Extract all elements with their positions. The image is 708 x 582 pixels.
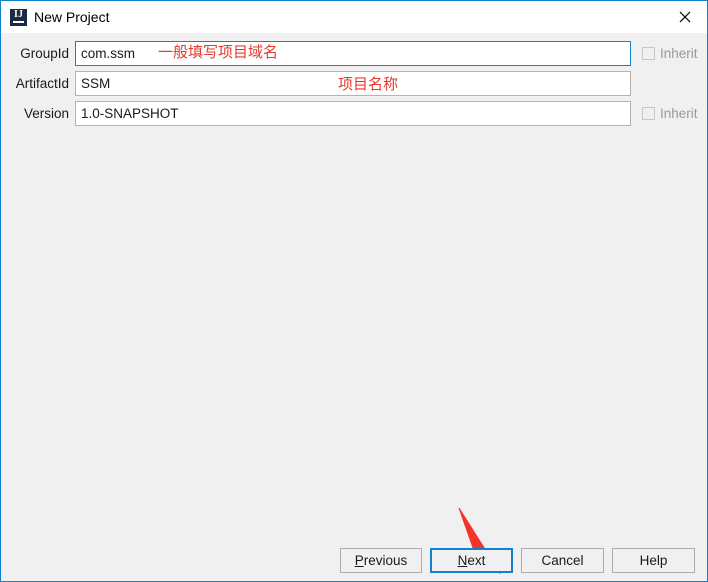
next-button[interactable]: Next	[430, 548, 513, 573]
title-bar: IJ New Project	[1, 1, 707, 33]
dialog-content: GroupId Inherit ArtifactId Version Inher…	[1, 33, 707, 581]
version-input[interactable]	[75, 101, 631, 126]
close-button[interactable]	[663, 1, 707, 32]
groupid-label: GroupId	[20, 46, 69, 61]
version-inherit-label: Inherit	[660, 106, 698, 121]
version-label: Version	[23, 106, 69, 121]
previous-button[interactable]: Previous	[340, 548, 422, 573]
groupid-inherit-label: Inherit	[660, 46, 698, 61]
app-icon-underline	[13, 21, 24, 23]
cancel-button[interactable]: Cancel	[521, 548, 604, 573]
artifactid-annotation: 项目名称	[338, 75, 399, 93]
window-title: New Project	[34, 9, 110, 25]
new-project-dialog: IJ New Project GroupId Inherit ArtifactI…	[0, 0, 708, 582]
help-button[interactable]: Help	[612, 548, 695, 573]
version-inherit-checkbox[interactable]	[642, 107, 655, 120]
close-icon	[679, 11, 691, 23]
intellij-idea-icon: IJ	[10, 9, 27, 26]
groupid-inherit-checkbox[interactable]	[642, 47, 655, 60]
artifactid-label: ArtifactId	[15, 76, 69, 91]
app-icon-letters: IJ	[14, 9, 23, 20]
groupid-annotation: 一般填写项目域名	[158, 43, 279, 61]
